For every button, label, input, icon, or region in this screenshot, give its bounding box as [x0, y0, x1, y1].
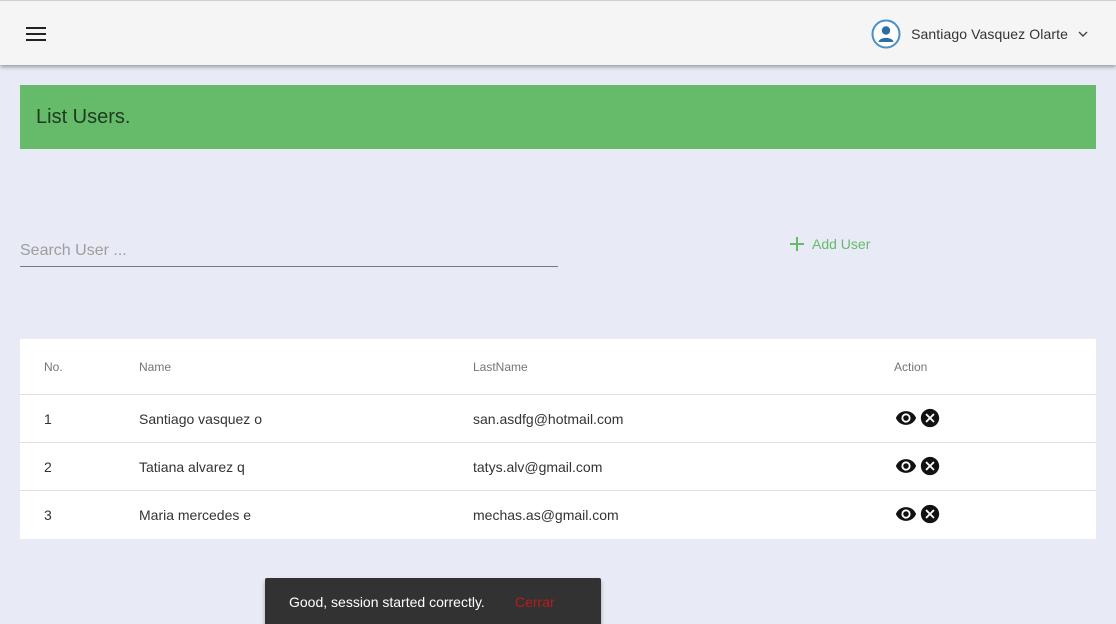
add-user-button[interactable]: Add User [784, 230, 876, 258]
column-header-action: Action [894, 360, 928, 374]
row-actions [895, 503, 941, 525]
table-row: 2 Tatiana alvarez q tatys.alv@gmail.com [20, 443, 1096, 491]
table-header: No. Name LastName Action [20, 339, 1096, 395]
cell-email: tatys.alv@gmail.com [473, 459, 603, 475]
table-row: 3 Maria mercedes e mechas.as@gmail.com [20, 491, 1096, 539]
close-circle-icon[interactable] [919, 503, 941, 525]
cell-no: 2 [44, 459, 52, 475]
column-header-lastname: LastName [473, 360, 528, 374]
column-header-name: Name [139, 360, 172, 374]
cell-no: 1 [44, 411, 52, 427]
eye-icon[interactable] [895, 503, 917, 525]
snackbar-close-button[interactable]: Cerrar [515, 594, 555, 610]
close-circle-icon[interactable] [919, 407, 941, 429]
search-input[interactable] [20, 232, 558, 266]
row-actions [895, 455, 941, 477]
chevron-down-icon [1078, 31, 1088, 37]
eye-icon[interactable] [895, 407, 917, 429]
user-name: Santiago Vasquez Olarte [911, 26, 1068, 42]
close-circle-icon[interactable] [919, 455, 941, 477]
cell-email: san.asdfg@hotmail.com [473, 411, 624, 427]
add-user-label: Add User [812, 236, 871, 252]
cell-no: 3 [44, 507, 52, 523]
user-menu-button[interactable]: Santiago Vasquez Olarte [871, 18, 1088, 50]
search-field [20, 232, 558, 267]
plus-icon [790, 237, 804, 251]
users-table: No. Name LastName Action 1 Santiago vasq… [20, 339, 1096, 539]
cell-email: mechas.as@gmail.com [473, 507, 619, 523]
cell-name: Tatiana alvarez q [139, 459, 245, 475]
page-title: List Users. [36, 106, 131, 128]
snackbar: Good, session started correctly. Cerrar [265, 578, 601, 624]
cell-name: Maria mercedes e [139, 507, 252, 523]
row-actions [895, 407, 941, 429]
table-row: 1 Santiago vasquez o san.asdfg@hotmail.c… [20, 395, 1096, 443]
page-title-banner: List Users. [20, 85, 1096, 149]
account-circle-icon [871, 19, 901, 49]
hamburger-menu-icon[interactable] [20, 18, 52, 50]
top-toolbar: Santiago Vasquez Olarte [0, 0, 1116, 65]
cell-name: Santiago vasquez o [139, 411, 262, 427]
snackbar-message: Good, session started correctly. [289, 594, 485, 610]
eye-icon[interactable] [895, 455, 917, 477]
column-header-no: No. [44, 360, 63, 374]
